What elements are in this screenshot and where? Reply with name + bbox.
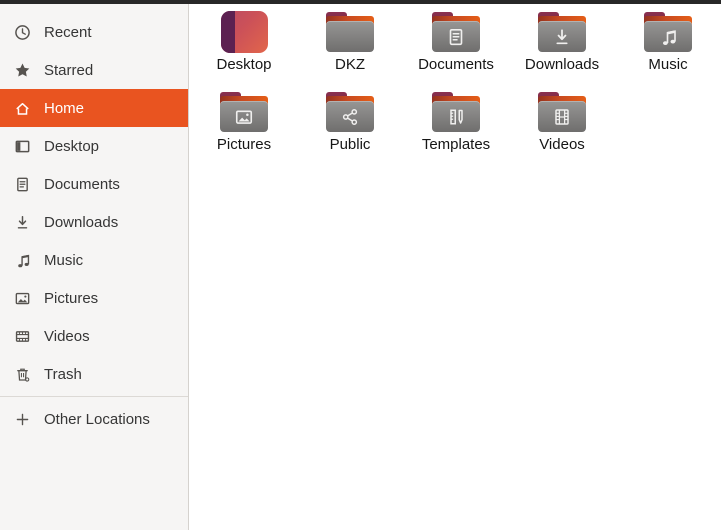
- file-item-pictures[interactable]: Pictures: [191, 90, 297, 170]
- folder-front: [326, 21, 374, 52]
- folder-front: [432, 101, 480, 132]
- sidebar-item-home[interactable]: Home: [0, 89, 188, 127]
- sidebar-list: Recent Starred Home Desktop Documents Downloa…: [0, 13, 188, 438]
- files-view: Desktop DKZ Documents Downloads Music Picture…: [189, 4, 721, 530]
- file-item-label: Public: [329, 136, 371, 153]
- folder-icon: [644, 10, 692, 53]
- share-icon: [340, 107, 360, 127]
- document-icon: [14, 176, 31, 193]
- folder-front: [538, 21, 586, 52]
- folder-icon: [220, 90, 268, 133]
- folder-shape: [432, 12, 480, 52]
- sidebar-item-label: Other Locations: [44, 410, 150, 428]
- file-item-label: Documents: [418, 56, 494, 73]
- sidebar-item-music[interactable]: Music: [0, 241, 188, 279]
- sidebar-item-label: Documents: [44, 175, 120, 193]
- film-icon: [14, 328, 31, 345]
- sidebar-item-label: Recent: [44, 23, 92, 41]
- desktop-wallpaper-icon: [220, 10, 268, 53]
- file-item-downloads[interactable]: Downloads: [509, 10, 615, 90]
- folder-shape: [220, 92, 268, 132]
- file-item-documents[interactable]: Documents: [403, 10, 509, 90]
- sidebar-item-label: Downloads: [44, 213, 119, 231]
- file-item-dkz[interactable]: DKZ: [297, 10, 403, 90]
- music-icon: [658, 27, 678, 47]
- file-item-label: Templates: [421, 136, 491, 153]
- picture-icon: [14, 290, 31, 307]
- music-icon: [14, 252, 31, 269]
- template-icon: [446, 107, 466, 127]
- sidebar-item-label: Trash: [44, 365, 82, 383]
- file-grid: Desktop DKZ Documents Downloads Music Picture…: [189, 4, 721, 170]
- file-item-label: Pictures: [216, 136, 272, 153]
- filmv-icon: [552, 107, 572, 127]
- sidebar-item-pictures[interactable]: Pictures: [0, 279, 188, 317]
- sidebar-item-recent[interactable]: Recent: [0, 13, 188, 51]
- folder-front: [220, 101, 268, 132]
- folder-shape: [644, 12, 692, 52]
- sidebar-item-label: Home: [44, 99, 85, 117]
- sidebar-item-label: Music: [44, 251, 84, 269]
- file-manager-window: Recent Starred Home Desktop Documents Downloa…: [0, 4, 721, 530]
- sidebar-item-other-locations[interactable]: Other Locations: [0, 400, 188, 438]
- clock-icon: [14, 24, 31, 41]
- download-icon: [552, 27, 572, 47]
- sidebar-item-desktop[interactable]: Desktop: [0, 127, 188, 165]
- sidebar-item-videos[interactable]: Videos: [0, 317, 188, 355]
- desktop-icon: [14, 138, 31, 155]
- sidebar-item-starred[interactable]: Starred: [0, 51, 188, 89]
- download-icon: [14, 214, 31, 231]
- sidebar-item-trash[interactable]: Trash: [0, 355, 188, 393]
- sidebar-separator: [0, 396, 188, 397]
- folder-front: [538, 101, 586, 132]
- file-item-label: DKZ: [335, 56, 365, 73]
- folder-front: [644, 21, 692, 52]
- trash-icon: [14, 366, 31, 383]
- sidebar-item-label: Starred: [44, 61, 94, 79]
- folder-shape: [538, 12, 586, 52]
- file-item-public[interactable]: Public: [297, 90, 403, 170]
- sidebar-item-documents[interactable]: Documents: [0, 165, 188, 203]
- sidebar-item-label: Desktop: [44, 137, 100, 155]
- folder-icon: [432, 90, 480, 133]
- file-item-templates[interactable]: Templates: [403, 90, 509, 170]
- star-icon: [14, 62, 31, 79]
- folder-shape: [538, 92, 586, 132]
- file-item-desktop[interactable]: Desktop: [191, 10, 297, 90]
- file-item-music[interactable]: Music: [615, 10, 721, 90]
- folder-front: [326, 101, 374, 132]
- desktop-tile-icon: [220, 11, 268, 53]
- folder-icon: [432, 10, 480, 53]
- file-item-label: Videos: [539, 136, 585, 153]
- file-item-label: Music: [648, 56, 688, 73]
- folder-icon: [538, 10, 586, 53]
- folder-shape: [326, 12, 374, 52]
- picture-icon: [234, 107, 254, 127]
- folder-icon: [326, 10, 374, 53]
- plus-icon: [14, 411, 31, 428]
- folder-icon: [538, 90, 586, 133]
- file-item-videos[interactable]: Videos: [509, 90, 615, 170]
- sidebar-item-label: Pictures: [44, 289, 99, 307]
- folder-front: [432, 21, 480, 52]
- folder-shape: [326, 92, 374, 132]
- folder-shape: [432, 92, 480, 132]
- sidebar: Recent Starred Home Desktop Documents Downloa…: [0, 4, 189, 530]
- sidebar-item-downloads[interactable]: Downloads: [0, 203, 188, 241]
- sidebar-item-label: Videos: [44, 327, 90, 345]
- file-item-label: Downloads: [524, 56, 600, 73]
- document-icon: [446, 27, 466, 47]
- home-icon: [14, 100, 31, 117]
- file-item-label: Desktop: [216, 56, 272, 73]
- folder-icon: [326, 90, 374, 133]
